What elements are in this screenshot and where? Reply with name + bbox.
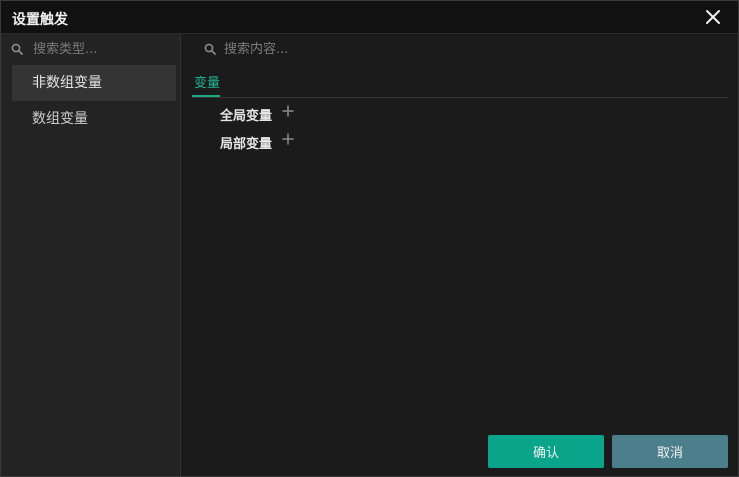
- sidebar-item-array-variable[interactable]: 数组变量: [12, 101, 176, 137]
- dialog-title: 设置触发: [12, 12, 68, 28]
- confirm-button[interactable]: 确认: [488, 435, 604, 468]
- trigger-settings-dialog: 设置触发 非数组变量 数组变量: [0, 0, 739, 477]
- plus-icon[interactable]: [282, 133, 294, 145]
- cancel-button[interactable]: 取消: [612, 435, 728, 468]
- content-search-input[interactable]: [224, 39, 524, 59]
- tree-group-label: 局部变量: [220, 137, 273, 152]
- search-icon: [204, 43, 216, 55]
- content-search-row: [182, 34, 738, 64]
- search-icon: [11, 43, 23, 55]
- type-sidebar: 非数组变量 数组变量: [1, 34, 181, 476]
- type-search-input[interactable]: [33, 39, 173, 59]
- tab-divider: [192, 97, 728, 98]
- plus-icon[interactable]: [282, 105, 294, 117]
- title-bar: 设置触发: [1, 1, 738, 34]
- tree-group-label: 全局变量: [220, 109, 273, 124]
- close-icon: [706, 10, 720, 24]
- close-button[interactable]: [701, 5, 725, 29]
- content-panel: 变量 全局变量 局部变量 确认 取消: [182, 34, 738, 476]
- type-search-row: [1, 34, 180, 64]
- tab-variables[interactable]: 变量: [194, 72, 220, 96]
- sidebar-item-non-array-variable[interactable]: 非数组变量: [12, 65, 176, 101]
